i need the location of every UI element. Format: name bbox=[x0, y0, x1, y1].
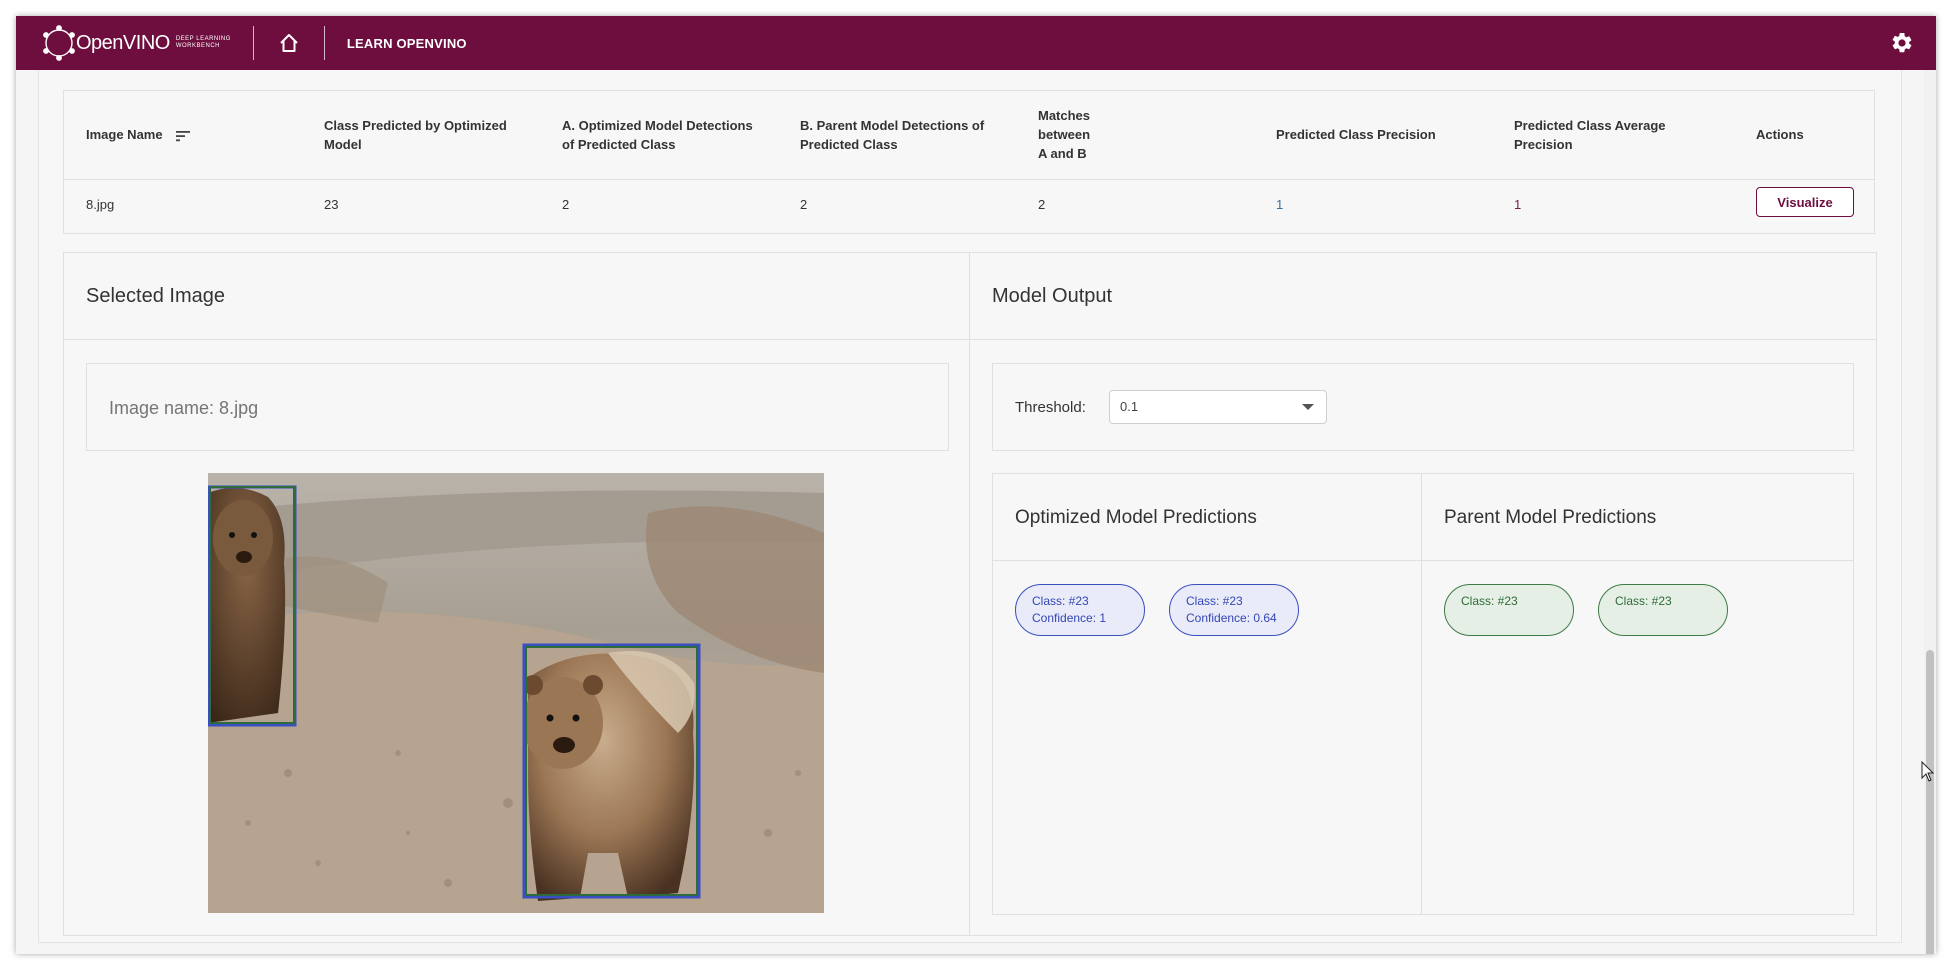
app-window: OpenVINO DEEP LEARNING WORKBENCH LEARN O… bbox=[16, 16, 1936, 954]
optimized-predictions-title: Optimized Model Predictions bbox=[1015, 507, 1257, 528]
parent-prediction-chip[interactable]: Class: #23 bbox=[1444, 584, 1574, 636]
chip-class: Class: #23 bbox=[1461, 594, 1518, 608]
home-button[interactable] bbox=[254, 16, 324, 70]
threshold-value: 0.1 bbox=[1120, 399, 1139, 414]
cell-precision: 1 bbox=[1276, 197, 1284, 212]
column-header-parent-detections: B. Parent Model Detections of Predicted … bbox=[800, 118, 985, 152]
image-name-label: Image name: 8.jpg bbox=[109, 398, 259, 418]
cell-class-predicted: 23 bbox=[324, 197, 339, 212]
column-header-precision: Predicted Class Precision bbox=[1276, 127, 1436, 142]
selected-image-panel: Selected Image Image name: 8.jpg bbox=[64, 253, 970, 935]
chip-confidence: Confidence: 1 bbox=[1032, 611, 1107, 625]
panel-header: Selected Image bbox=[64, 253, 969, 340]
chip-class: Class: #23 bbox=[1615, 594, 1672, 608]
gear-icon[interactable] bbox=[1890, 31, 1914, 55]
column-header-average-precision: Predicted Class Average Precision bbox=[1514, 118, 1666, 152]
column-header-image-name[interactable]: Image Name bbox=[86, 125, 191, 144]
panel-header: Model Output bbox=[970, 253, 1876, 340]
chip-confidence: Confidence: 0.64 bbox=[1186, 611, 1277, 625]
logo-name: OpenVINO bbox=[76, 31, 170, 54]
column-header-matches: Matches between A and B bbox=[1038, 108, 1091, 161]
openvino-logo[interactable]: OpenVINO DEEP LEARNING WORKBENCH bbox=[38, 16, 231, 70]
predictions-box: Optimized Model Predictions Class: #23 C… bbox=[992, 473, 1854, 915]
parent-predictions-column: Parent Model Predictions Class: #23 Clas… bbox=[1422, 474, 1853, 914]
logo-sub-line-2: WORKBENCH bbox=[175, 43, 220, 49]
openvino-logo-icon bbox=[43, 25, 75, 61]
mouse-cursor-icon bbox=[1921, 761, 1935, 782]
threshold-box: Threshold: 0.1 bbox=[992, 363, 1854, 451]
table-header: Image Name Class Predicted by Optimized … bbox=[64, 91, 1874, 180]
cell-matches: 2 bbox=[1038, 197, 1046, 212]
table-row: 8.jpg 23 2 2 2 1 1 Visualize bbox=[64, 179, 1874, 232]
model-output-title: Model Output bbox=[992, 285, 1113, 307]
cell-parent-detections: 2 bbox=[800, 197, 808, 212]
chip-class: Class: #23 bbox=[1032, 594, 1089, 608]
optimized-predictions-header: Optimized Model Predictions bbox=[993, 474, 1421, 561]
sort-icon[interactable] bbox=[176, 130, 191, 142]
parent-predictions-title: Parent Model Predictions bbox=[1444, 507, 1657, 528]
header-divider bbox=[323, 26, 325, 60]
chip-class: Class: #23 bbox=[1186, 594, 1243, 608]
parent-prediction-chip[interactable]: Class: #23 bbox=[1598, 584, 1728, 636]
logo-sub-line-1: DEEP LEARNING bbox=[175, 36, 231, 42]
learn-openvino-link[interactable]: LEARN OPENVINO bbox=[347, 36, 467, 51]
threshold-label: Threshold: bbox=[1015, 399, 1086, 416]
column-header-optimized-detections: A. Optimized Model Detections of Predict… bbox=[562, 118, 753, 152]
logo-subtitle: DEEP LEARNING WORKBENCH bbox=[176, 36, 231, 50]
visualization-panels: Selected Image Image name: 8.jpg Model O… bbox=[63, 252, 1877, 936]
scrollbar-track[interactable] bbox=[1924, 70, 1936, 954]
threshold-select[interactable]: 0.1 bbox=[1109, 390, 1327, 424]
optimized-predictions-column: Optimized Model Predictions Class: #23 C… bbox=[993, 474, 1422, 914]
selected-image-title: Selected Image bbox=[86, 285, 225, 307]
optimized-prediction-chip[interactable]: Class: #23 Confidence: 0.64 bbox=[1169, 584, 1299, 636]
cell-image-name: 8.jpg bbox=[86, 197, 115, 212]
scrollbar-thumb[interactable] bbox=[1926, 650, 1934, 954]
image-name-box: Image name: 8.jpg bbox=[86, 363, 949, 451]
content-card: Image Name Class Predicted by Optimized … bbox=[38, 70, 1902, 943]
cell-optimized-detections: 2 bbox=[562, 197, 570, 212]
column-header-actions: Actions bbox=[1756, 127, 1804, 142]
cell-average-precision: 1 bbox=[1514, 197, 1522, 212]
model-output-panel: Model Output Threshold: 0.1 Optimized Mo… bbox=[970, 253, 1876, 935]
home-icon bbox=[280, 34, 298, 52]
top-bar: OpenVINO DEEP LEARNING WORKBENCH LEARN O… bbox=[16, 16, 1936, 70]
chevron-down-icon bbox=[1302, 404, 1314, 410]
optimized-prediction-chip[interactable]: Class: #23 Confidence: 1 bbox=[1015, 584, 1145, 636]
visualize-button[interactable]: Visualize bbox=[1756, 187, 1854, 217]
bear-photo bbox=[208, 473, 824, 913]
column-header-class-predicted: Class Predicted by Optimized Model bbox=[324, 118, 507, 152]
results-table: Image Name Class Predicted by Optimized … bbox=[63, 90, 1875, 234]
column-header-label: Image Name bbox=[86, 127, 163, 142]
parent-predictions-header: Parent Model Predictions bbox=[1422, 474, 1853, 561]
